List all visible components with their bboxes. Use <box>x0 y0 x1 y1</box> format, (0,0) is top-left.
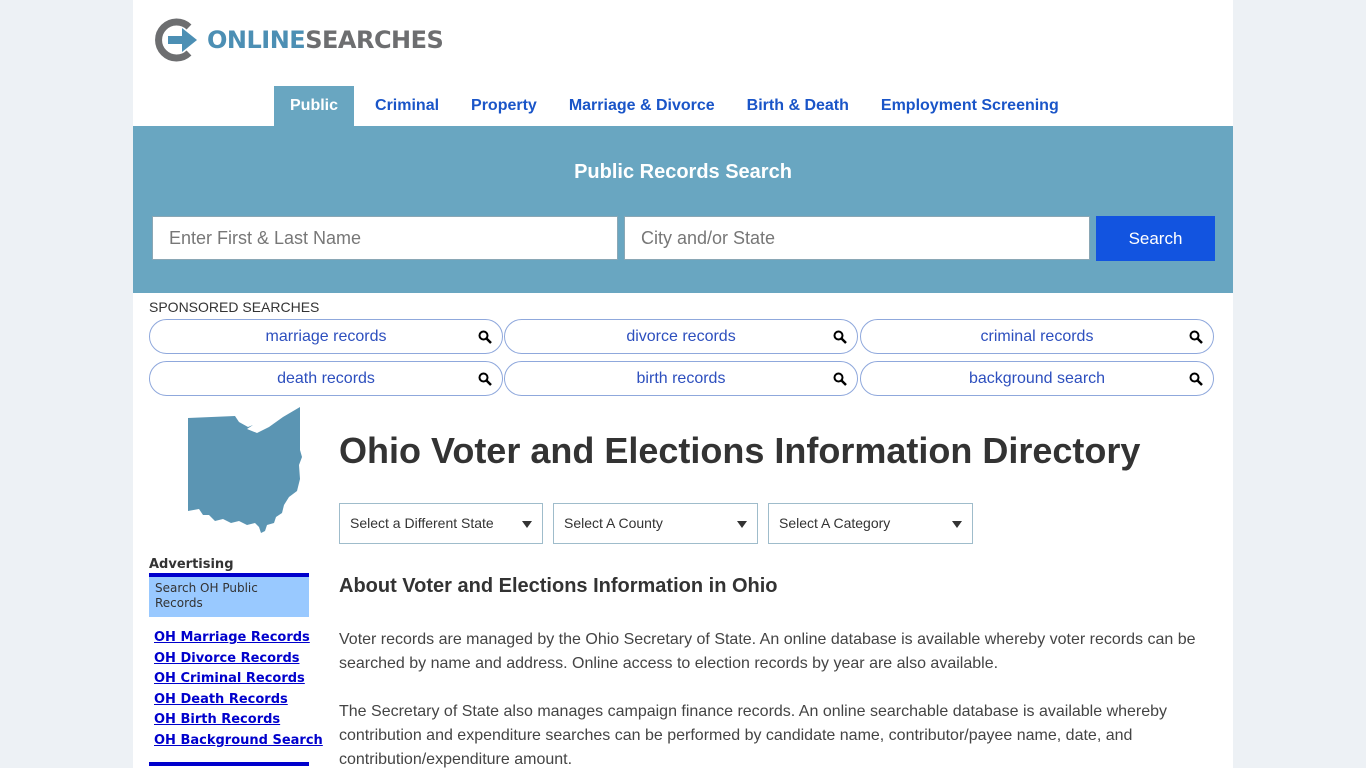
search-icon <box>478 372 492 386</box>
chevron-down-icon <box>522 521 532 528</box>
nav-tab-public[interactable]: Public <box>274 86 355 126</box>
nav-tab-property[interactable]: Property <box>455 86 553 126</box>
sponsored-search-death-records[interactable]: death records <box>149 361 503 396</box>
search-icon <box>1189 330 1203 344</box>
advertising-links: OH Marriage Records OH Divorce Records O… <box>154 628 323 752</box>
location-search-input[interactable]: City and/or State <box>624 216 1090 260</box>
chevron-down-icon <box>737 521 747 528</box>
chevron-down-icon <box>952 521 962 528</box>
ad-link-oh-background-search[interactable]: OH Background Search <box>154 731 323 752</box>
ad-link-oh-marriage-records[interactable]: OH Marriage Records <box>154 628 323 649</box>
nav-tab-employment-screening[interactable]: Employment Screening <box>865 86 1075 126</box>
advertising-label: Advertising <box>149 557 234 572</box>
sponsored-search-label: marriage records <box>265 328 387 345</box>
nav-tab-criminal[interactable]: Criminal <box>354 86 455 126</box>
section-title: About Voter and Elections Information in… <box>339 575 778 597</box>
county-select[interactable]: Select A County <box>553 503 758 544</box>
category-select[interactable]: Select A Category <box>768 503 973 544</box>
sponsored-search-label: death records <box>277 370 375 387</box>
sponsored-search-label: criminal records <box>980 328 1094 345</box>
nav-tab-birth-death[interactable]: Birth & Death <box>731 86 865 126</box>
sponsored-search-marriage-records[interactable]: marriage records <box>149 319 503 354</box>
sponsored-search-birth-records[interactable]: birth records <box>504 361 858 396</box>
sponsored-search-label: birth records <box>636 370 726 387</box>
main-nav: Public Criminal Property Marriage & Divo… <box>274 86 1075 126</box>
page-title: Ohio Voter and Elections Information Dir… <box>339 430 1141 471</box>
sponsored-searches-label: SPONSORED SEARCHES <box>149 299 320 315</box>
search-button[interactable]: Search <box>1096 216 1215 261</box>
ad-link-oh-death-records[interactable]: OH Death Records <box>154 690 323 711</box>
search-banner-title: Public Records Search <box>574 161 792 183</box>
search-icon <box>833 330 847 344</box>
search-icon <box>833 372 847 386</box>
ad-link-oh-divorce-records[interactable]: OH Divorce Records <box>154 649 323 670</box>
ad-link-oh-criminal-records[interactable]: OH Criminal Records <box>154 669 323 690</box>
advertising-divider <box>149 762 309 768</box>
name-search-input[interactable]: Enter First & Last Name <box>152 216 618 260</box>
content-paragraph: Voter records are managed by the Ohio Se… <box>339 631 1196 672</box>
sponsored-search-criminal-records[interactable]: criminal records <box>860 319 1214 354</box>
ad-link-oh-birth-records[interactable]: OH Birth Records <box>154 710 323 731</box>
page-container: ONLINESEARCHES Public Criminal Property … <box>133 0 1233 768</box>
sponsored-search-background-search[interactable]: background search <box>860 361 1214 396</box>
nav-tab-marriage-divorce[interactable]: Marriage & Divorce <box>553 86 731 126</box>
site-logo[interactable]: ONLINESEARCHES <box>153 18 444 62</box>
search-icon <box>478 330 492 344</box>
search-banner: Public Records Search Enter First & Last… <box>133 126 1233 293</box>
sponsored-search-label: divorce records <box>626 328 736 345</box>
county-select-value: Select A County <box>564 515 663 531</box>
sponsored-search-label: background search <box>968 370 1106 387</box>
state-select[interactable]: Select a Different State <box>339 503 543 544</box>
logo-text-online: ONLINE <box>207 26 306 54</box>
state-select-value: Select a Different State <box>350 515 494 531</box>
ohio-state-map <box>188 407 302 533</box>
advertising-box-title: Search OH Public Records <box>149 573 309 617</box>
category-select-value: Select A Category <box>779 515 891 531</box>
logo-arrow-icon <box>155 18 197 62</box>
content-paragraph: The Secretary of State also manages camp… <box>339 703 1168 768</box>
sponsored-search-divorce-records[interactable]: divorce records <box>504 319 858 354</box>
search-icon <box>1189 372 1203 386</box>
logo-text-searches: SEARCHES <box>305 26 444 54</box>
